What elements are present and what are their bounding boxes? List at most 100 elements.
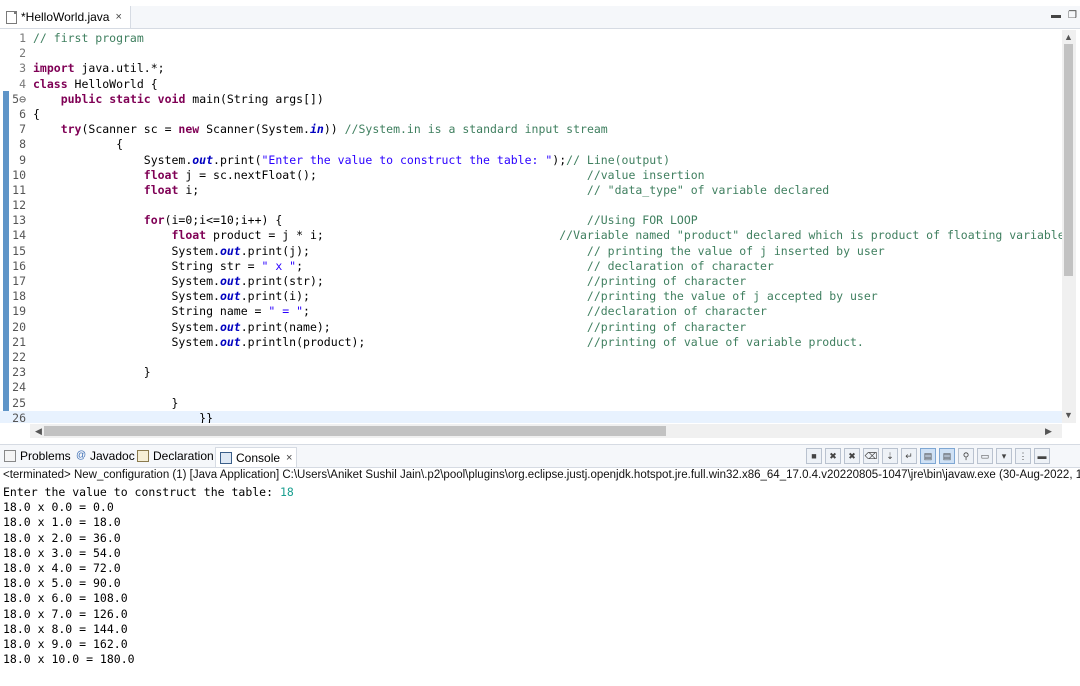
editor-tab-bar: *HelloWorld.java × ▬ ❐ — [0, 6, 1080, 29]
close-icon[interactable]: × — [286, 452, 292, 464]
console-user-input: 18 — [279, 485, 294, 499]
line-number: 10 — [12, 167, 26, 182]
code-text: System.out.print(str); //printing of cha… — [33, 274, 747, 288]
remove-launch-icon[interactable]: ✖ — [825, 448, 841, 464]
code-line[interactable]: 17 System.out.print(str); //printing of … — [0, 274, 1062, 289]
close-icon[interactable]: × — [115, 11, 121, 23]
code-text: public static void main(String args[]) — [60, 91, 324, 106]
vertical-scroll-thumb[interactable] — [1064, 44, 1073, 276]
terminate-icon[interactable]: ■ — [806, 448, 822, 464]
code-line[interactable]: 10 float j = sc.nextFloat(); //value ins… — [0, 168, 1062, 183]
line-number: 25 — [12, 395, 26, 410]
code-text: for(i=0;i<=10;i++) { //Using FOR LOOP — [143, 213, 698, 228]
console-prompt-line: Enter the value to construct the table: … — [3, 485, 1077, 500]
code-text: } — [33, 365, 151, 380]
code-text: System.out.print(i); //printing the valu… — [33, 289, 878, 304]
line-number: 18 — [12, 289, 26, 304]
tab-javadoc[interactable]: @ Javadoc — [76, 448, 135, 464]
line-number: 13 — [12, 213, 26, 228]
line-number: 2 — [19, 46, 26, 61]
code-line[interactable]: 14 float product = j * i; //Variable nam… — [0, 228, 1062, 243]
code-text: System.out.print(j); // printing the val… — [33, 243, 885, 258]
line-number: 12 — [12, 198, 26, 213]
code-line[interactable]: 6{ — [0, 107, 1062, 122]
code-line[interactable]: 7 try(Scanner sc = new Scanner(System.in… — [0, 122, 1062, 137]
code-text-area[interactable]: 1 // first program 2 3 import java.util.*; 4 c… — [0, 30, 1062, 423]
code-line[interactable]: 13 for(i=0;i<=10;i++) { //Using FOR LOOP — [0, 213, 1062, 228]
line-number: 21 — [12, 334, 26, 349]
console-icon — [220, 451, 232, 464]
scroll-down-icon[interactable]: ▼ — [1064, 410, 1073, 420]
scroll-right-icon[interactable]: ▶ — [1045, 426, 1052, 437]
console-output-line: 18.0 x 5.0 = 90.0 — [3, 576, 121, 591]
editor-tab-title: *HelloWorld.java — [21, 10, 110, 24]
code-line[interactable]: 3 import java.util.*; — [0, 61, 1062, 76]
horizontal-scroll-thumb[interactable] — [44, 426, 666, 436]
maximize-icon[interactable]: ❐ — [1068, 10, 1077, 21]
tab-problems-label: Problems — [20, 449, 71, 463]
console-output-line: 18.0 x 1.0 = 18.0 — [3, 515, 121, 530]
code-line[interactable]: 11 float i; // "data_type" of variable d… — [0, 183, 1062, 198]
code-line[interactable]: 18 System.out.print(i); //printing the v… — [0, 289, 1062, 304]
code-text: float product = j * i; //Variable named … — [171, 228, 1062, 243]
code-editor[interactable]: *HelloWorld.java × ▬ ❐ 1 // first program… — [0, 0, 1080, 444]
show-on-stdout-icon[interactable]: ▤ — [920, 448, 936, 464]
scroll-up-icon[interactable]: ▲ — [1064, 32, 1073, 42]
tab-console[interactable]: Console × — [215, 447, 298, 467]
scroll-lock-icon[interactable]: ⇣ — [882, 448, 898, 464]
open-console-icon[interactable]: ▾ — [996, 448, 1012, 464]
console-output-line: 18.0 x 8.0 = 144.0 — [3, 621, 128, 636]
console-output-lines: 18.0 x 0.0 = 0.0 18.0 x 1.0 = 18.0 18.0 x … — [3, 500, 1077, 667]
code-line[interactable]: 20 System.out.print(name); //printing of… — [0, 320, 1062, 335]
code-line[interactable]: 1 // first program — [0, 31, 1062, 46]
vertical-scrollbar[interactable]: ▲ ▼ — [1062, 30, 1076, 423]
code-line[interactable]: 4 class HelloWorld { — [0, 77, 1062, 92]
horizontal-scrollbar[interactable] — [30, 424, 1062, 438]
code-line[interactable]: 24 — [0, 380, 1062, 395]
console-output-line: 18.0 x 2.0 = 36.0 — [3, 530, 121, 545]
scroll-left-icon[interactable]: ◀ — [35, 426, 42, 437]
tab-problems[interactable]: Problems — [4, 448, 71, 464]
code-lines[interactable]: 1 // first program 2 3 import java.util.*; 4 c… — [0, 31, 1062, 423]
code-line[interactable]: 23 } — [0, 365, 1062, 380]
code-text: { — [33, 106, 40, 121]
code-text: { — [33, 137, 124, 152]
code-line[interactable]: 16 String str = " x "; // declaration of… — [0, 259, 1062, 274]
code-text: String str = " x "; // declaration of ch… — [33, 258, 774, 273]
code-line[interactable]: 25 } — [0, 396, 1062, 411]
tab-declaration[interactable]: Declaration — [137, 448, 214, 464]
line-number: 15 — [12, 243, 26, 258]
display-console-icon[interactable]: ▭ — [977, 448, 993, 464]
clear-console-icon[interactable]: ⌫ — [863, 448, 879, 464]
code-line[interactable]: 5⊖ public static void main(String args[]… — [0, 92, 1062, 107]
view-menu-icon[interactable]: ⋮ — [1015, 448, 1031, 464]
code-text: System.out.println(product); //printing … — [33, 334, 864, 349]
minimize-icon[interactable]: ▬ — [1051, 10, 1061, 21]
word-wrap-icon[interactable]: ↵ — [901, 448, 917, 464]
line-number: 17 — [12, 274, 26, 288]
code-line[interactable]: 8 { — [0, 137, 1062, 152]
console-output-line: 18.0 x 4.0 = 72.0 — [3, 560, 121, 575]
launch-status-label: <terminated> New_configuration (1) [Java… — [3, 469, 1080, 481]
line-number: 8 — [19, 137, 26, 152]
show-on-stderr-icon[interactable]: ▤ — [939, 448, 955, 464]
minimize-icon[interactable]: ▬ — [1034, 448, 1050, 464]
console-output[interactable]: Enter the value to construct the table: … — [3, 485, 1077, 667]
console-output-line: 18.0 x 7.0 = 126.0 — [3, 606, 128, 621]
line-number: 16 — [12, 258, 26, 273]
pin-console-icon[interactable]: ⚲ — [958, 448, 974, 464]
declaration-icon — [137, 450, 149, 462]
code-line[interactable]: 2 — [0, 46, 1062, 61]
code-line[interactable]: 22 — [0, 350, 1062, 365]
code-line[interactable]: 26 }} — [0, 410, 1062, 423]
code-line[interactable]: 21 System.out.println(product); //printi… — [0, 335, 1062, 350]
code-line[interactable]: 12 — [0, 198, 1062, 213]
line-number: 26 — [12, 410, 26, 423]
editor-tab-helloworld[interactable]: *HelloWorld.java × — [0, 6, 131, 28]
tab-console-label: Console — [236, 450, 281, 465]
remove-all-icon[interactable]: ✖ — [844, 448, 860, 464]
code-line[interactable]: 15 System.out.print(j); // printing the … — [0, 244, 1062, 259]
code-line[interactable]: 19 String name = " = "; //declaration of… — [0, 304, 1062, 319]
javadoc-icon: @ — [76, 450, 87, 461]
code-line[interactable]: 9 System.out.print("Enter the value to c… — [0, 153, 1062, 168]
